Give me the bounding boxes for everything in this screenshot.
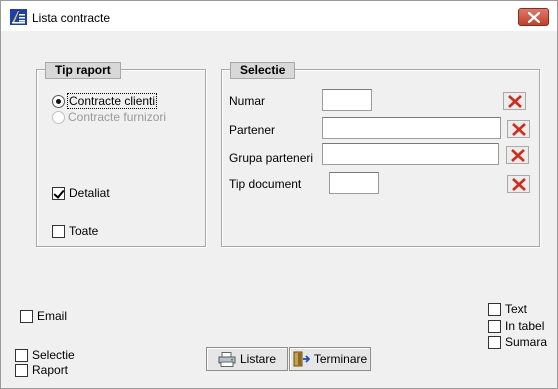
checkbox-selectie[interactable]: Selectie (15, 348, 75, 362)
tip-document-label: Tip document (229, 177, 302, 191)
printer-icon (218, 351, 236, 367)
radio-label: Contracte furnizori (68, 110, 167, 124)
checkbox-toate[interactable]: Toate (52, 224, 98, 238)
clear-x-icon (512, 178, 526, 191)
checkbox[interactable] (488, 302, 501, 316)
grupa-parteneri-input[interactable] (322, 143, 499, 165)
terminare-label: Terminare (313, 352, 368, 366)
checkbox-label: Toate (69, 224, 99, 238)
radio-label: Contracte clienti (66, 93, 158, 109)
partener-label: Partener (229, 123, 276, 137)
clear-x-icon (512, 123, 526, 136)
checkbox[interactable] (488, 319, 501, 333)
selectie-title: Selectie (230, 62, 296, 79)
listare-label: Listare (239, 352, 277, 366)
checkbox-label: Text (505, 302, 528, 316)
checkbox[interactable] (15, 348, 28, 362)
numar-label: Numar (229, 94, 266, 108)
grupa-parteneri-label: Grupa parteneri (229, 151, 314, 165)
numar-clear-button[interactable] (503, 92, 526, 110)
checkbox-label: Sumara (505, 335, 548, 349)
checkbox-label: Selectie (32, 348, 75, 362)
radio-contracte-clienti[interactable]: Contracte clienti (52, 93, 158, 109)
checkbox[interactable] (52, 186, 65, 200)
radio-contracte-furnizori: Contracte furnizori (52, 110, 166, 124)
checkbox-detaliat[interactable]: Detaliat (52, 186, 110, 200)
close-button[interactable] (518, 8, 549, 26)
radio-button[interactable] (52, 94, 65, 108)
checkbox-sumara[interactable]: Sumara (488, 335, 547, 349)
selectie-group: Selectie Numar Partener Grupa parteneri … (221, 62, 540, 247)
checkbox-raport[interactable]: Raport (15, 363, 68, 377)
listare-button[interactable]: Listare (206, 347, 288, 371)
close-icon (528, 12, 540, 23)
checkbox[interactable] (15, 363, 28, 377)
partener-input[interactable] (322, 117, 501, 139)
tip-document-clear-button[interactable] (507, 175, 530, 193)
title-bar[interactable]: Lista contracte (1, 1, 557, 31)
checkbox-label: In tabel (505, 319, 545, 333)
grupa-parteneri-clear-button[interactable] (506, 146, 529, 164)
dialog-window: Lista contracte Tip raport Contracte cli… (0, 0, 558, 389)
checkbox-text[interactable]: Text (488, 302, 527, 316)
tip-raport-title: Tip raport (45, 62, 121, 79)
checkbox[interactable] (20, 309, 33, 323)
terminare-button[interactable]: Terminare (289, 347, 371, 371)
checkbox-label: Detaliat (69, 186, 110, 200)
app-icon (10, 9, 27, 25)
checkbox-email[interactable]: Email (20, 309, 67, 323)
clear-x-icon (511, 149, 525, 162)
numar-input[interactable] (322, 89, 372, 111)
tip-document-input[interactable] (329, 172, 379, 194)
tip-raport-group: Tip raport Contracte clienti Contracte f… (36, 62, 206, 247)
radio-button (52, 110, 65, 124)
checkbox-in-tabel[interactable]: In tabel (488, 319, 544, 333)
exit-door-icon (293, 351, 310, 367)
checkbox[interactable] (488, 335, 501, 349)
window-title: Lista contracte (32, 11, 111, 25)
checkbox[interactable] (52, 224, 65, 238)
partener-clear-button[interactable] (507, 120, 530, 138)
checkbox-label: Email (37, 309, 68, 323)
checkbox-label: Raport (32, 363, 69, 377)
clear-x-icon (508, 95, 522, 108)
